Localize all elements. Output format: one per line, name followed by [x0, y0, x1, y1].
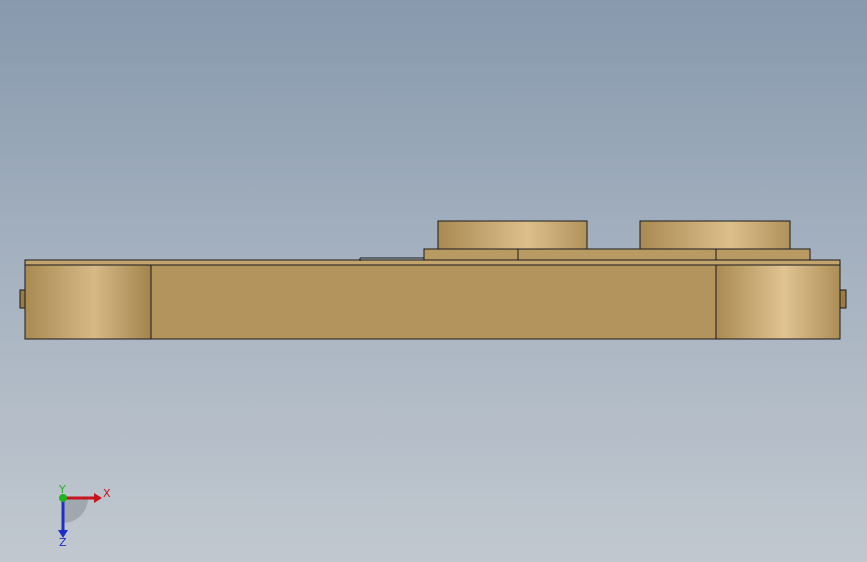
x-axis-head	[94, 493, 102, 503]
body-top-edge	[24, 259, 841, 266]
flange-plate	[423, 248, 811, 261]
graphics-viewport[interactable]: X Y Z	[0, 0, 867, 562]
x-axis-label: X	[103, 487, 111, 500]
coordinate-triad: X Y Z	[58, 484, 111, 548]
y-axis-label: Y	[58, 484, 66, 496]
left-rounded-end	[24, 264, 152, 340]
right-rounded-end	[715, 264, 841, 340]
right-boss	[639, 220, 791, 250]
right-pin	[839, 289, 847, 309]
triad-shade	[63, 498, 88, 523]
left-boss	[437, 220, 588, 250]
cad-model-side-view[interactable]	[0, 0, 867, 562]
z-axis-label: Z	[59, 536, 67, 548]
